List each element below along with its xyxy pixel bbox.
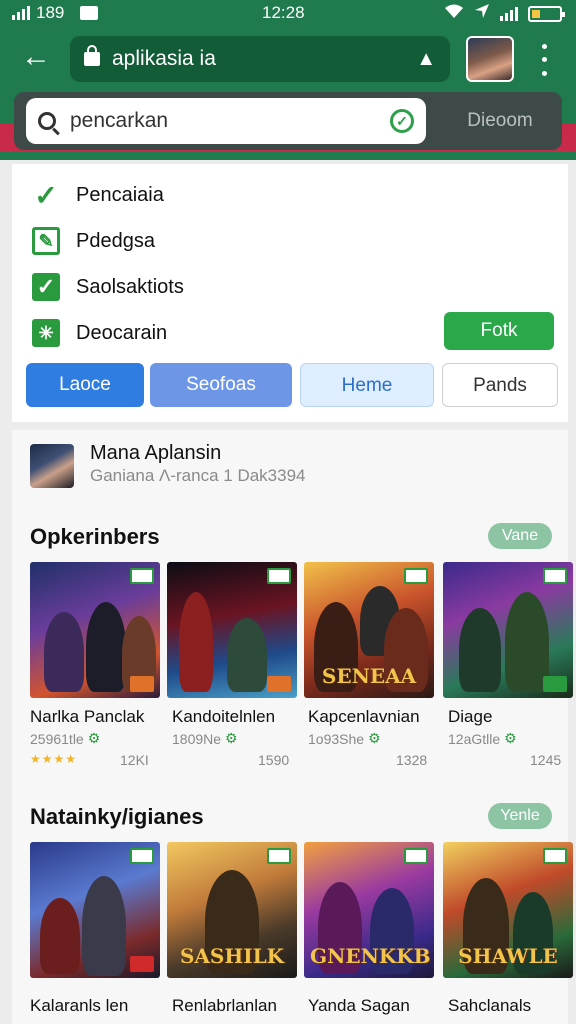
app-card-title[interactable]: Renlabrlanlan [172, 996, 277, 1016]
badge-icon [130, 568, 154, 584]
section-title: Opkerinbers [30, 524, 160, 549]
tab-heme[interactable]: Heme [300, 363, 434, 407]
verified-icon[interactable]: ✓ [390, 109, 414, 133]
location-icon [474, 3, 490, 24]
app-card-title[interactable]: Yanda Sagan [308, 996, 410, 1016]
address-bar[interactable]: aplikasia ia ▲ [70, 36, 450, 82]
badge-icon [267, 848, 291, 864]
edit-icon: ✎ [32, 227, 60, 255]
download-count: 12KI [120, 752, 149, 768]
section-title: Natainky/igianes [30, 804, 204, 829]
gear-icon: ⚙ [225, 730, 238, 746]
checkbox-icon: ✓ [32, 273, 60, 301]
app-card-title[interactable]: Kalaranls len [30, 996, 128, 1016]
app-card-image[interactable]: SHAWLE [443, 842, 573, 978]
lock-icon [84, 45, 100, 66]
app-card-image[interactable]: GNENKKB [304, 842, 434, 978]
badge-icon [404, 568, 428, 584]
filter-option-label: Saolsaktiots [76, 275, 184, 298]
shield-icon[interactable]: ▲ [416, 48, 436, 71]
app-card-image[interactable] [443, 562, 573, 698]
filter-option[interactable]: ✳ Deocarain [32, 318, 167, 348]
address-url: aplikasia ia [112, 47, 216, 70]
section-more-pill[interactable]: Yenle [488, 803, 552, 829]
app-card-image[interactable] [30, 562, 160, 698]
app-card-title[interactable]: Narlka Panclak [30, 707, 144, 727]
rating-badge-icon [130, 956, 154, 972]
app-art-title: SHAWLE [458, 944, 558, 968]
back-arrow-icon[interactable]: ← [18, 40, 54, 76]
badge-icon [404, 848, 428, 864]
filter-option-label: Deocarain [76, 321, 168, 344]
wifi-icon [444, 3, 464, 24]
gear-icon: ⚙ [87, 730, 101, 746]
search-icon [38, 112, 56, 130]
rating-badge-icon [130, 676, 154, 692]
status-time: 12:28 [262, 3, 305, 22]
app-card-title[interactable]: Sahclanals [448, 996, 531, 1016]
message-icon [80, 6, 99, 20]
signal-icon [12, 6, 30, 20]
app-card-image[interactable]: SASHILK [167, 842, 297, 978]
search-input-value: pencarkan [70, 109, 169, 132]
filter-option[interactable]: ✓ Pencaiaia [32, 179, 164, 211]
app-card-title[interactable]: Diage [448, 707, 492, 727]
app-card-meta: 25961tle ⚙ [30, 730, 101, 747]
tab-pands[interactable]: Pands [442, 363, 558, 407]
tab-row: Laoce Seofoas Heme Pands [26, 363, 562, 407]
badge-icon [543, 568, 567, 584]
app-art-title: SASHILK [179, 944, 285, 968]
app-art-title: GNENKKB [310, 944, 431, 968]
section-more-pill[interactable]: Vane [488, 523, 552, 549]
app-card-title[interactable]: Kandoitelnlen [172, 707, 275, 727]
star-rating: ★★★★ [30, 752, 78, 766]
filter-option[interactable]: ✓ Saolsaktiots [32, 272, 184, 302]
account-avatar[interactable] [466, 36, 514, 82]
app-card-image[interactable] [30, 842, 160, 978]
app-card-title[interactable]: Kapcenlavnian [308, 707, 420, 727]
check-icon: ✓ [34, 179, 58, 211]
battery-icon [528, 5, 565, 22]
rating-badge-icon [543, 676, 567, 692]
download-count: 1328 [396, 752, 428, 768]
filter-option-label: Pencaiaia [76, 183, 164, 206]
profile-name[interactable]: Mana Aplansin [90, 442, 221, 465]
badge-icon [267, 568, 291, 584]
download-count: 1245 [530, 752, 562, 768]
gear-icon: ⚙ [504, 730, 517, 746]
filter-option[interactable]: ✎ Pdedgsa [32, 226, 155, 256]
tab-seofoas[interactable]: Seofoas [150, 363, 292, 407]
fork-button[interactable]: Fotk [444, 312, 554, 350]
badge-icon [130, 848, 154, 864]
app-art-title: SENEAA [321, 664, 417, 688]
app-card-image[interactable]: SENEAA [304, 562, 434, 698]
search-action-button[interactable]: Dieoom [440, 104, 560, 138]
more-menu-icon[interactable] [532, 40, 556, 80]
tab-laoce[interactable]: Laoce [26, 363, 144, 407]
gear-icon: ⚙ [368, 730, 381, 746]
profile-subtitle: Ganiana Λ-ranca 1 Dak3394 [90, 466, 306, 485]
filter-panel: ✓ Pencaiaia ✎ Pdedgsa ✓ Saolsaktiots ✳ D… [12, 164, 568, 422]
app-card-meta: 1809Ne ⚙ [172, 730, 238, 747]
cell-signal-icon [500, 6, 518, 21]
app-card-meta: 12aGtlle ⚙ [448, 730, 517, 747]
status-bar: 189 12:28 [0, 0, 576, 26]
profile-avatar[interactable] [30, 444, 74, 488]
grid-icon: ✳ [32, 319, 60, 347]
app-card-image[interactable] [167, 562, 297, 698]
rating-badge-icon [267, 676, 291, 692]
filter-option-label: Pdedgsa [76, 229, 155, 252]
download-count: 1590 [258, 752, 290, 768]
status-left-text: 189 [36, 3, 65, 22]
app-card-meta: 1o93She ⚙ [308, 730, 381, 747]
badge-icon [543, 848, 567, 864]
search-input[interactable]: pencarkan ✓ [26, 98, 426, 144]
